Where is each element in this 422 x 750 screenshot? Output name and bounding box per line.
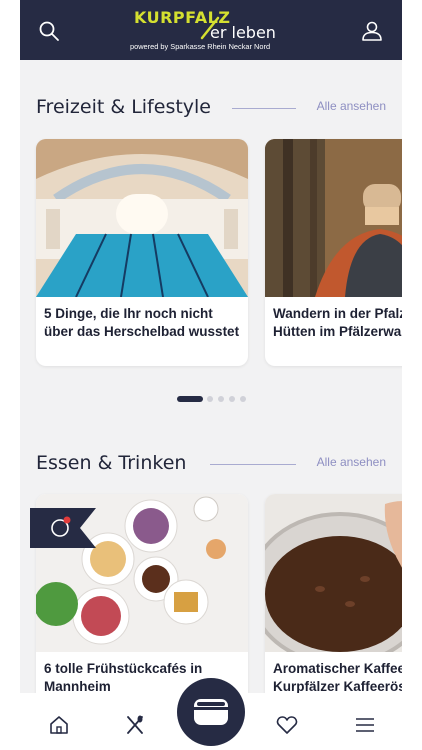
section-title: Freizeit & Lifestyle bbox=[36, 96, 211, 118]
wallet-icon bbox=[194, 699, 228, 725]
carousel-dot[interactable] bbox=[240, 396, 246, 402]
logo-bottom-text: er leben bbox=[210, 23, 276, 42]
section-divider bbox=[210, 464, 296, 465]
user-icon[interactable] bbox=[360, 19, 384, 43]
heart-icon[interactable] bbox=[275, 713, 299, 737]
top-bar: KURPFALZ er leben powered by Sparkasse R… bbox=[20, 0, 402, 60]
carousel-dot[interactable] bbox=[207, 396, 213, 402]
coffee-beans-photo bbox=[265, 494, 402, 652]
section-header-essen: Essen & Trinken Alle ansehen bbox=[36, 452, 386, 482]
carousel-dot[interactable] bbox=[218, 396, 224, 402]
section-title: Essen & Trinken bbox=[36, 452, 187, 474]
article-card[interactable]: 5 Dinge, die Ihr noch nicht über das Her… bbox=[36, 139, 248, 366]
carousel-dot[interactable] bbox=[229, 396, 235, 402]
cutlery-icon[interactable] bbox=[123, 713, 147, 737]
see-all-link[interactable]: Alle ansehen bbox=[317, 455, 386, 469]
search-icon[interactable] bbox=[38, 20, 60, 42]
see-all-link[interactable]: Alle ansehen bbox=[317, 99, 386, 113]
card-caption: Wandern in der Pfalz: schöne Hütten im P… bbox=[273, 306, 402, 339]
indoor-swimming-pool-photo bbox=[36, 139, 248, 297]
carousel-dot-active[interactable] bbox=[177, 396, 203, 402]
home-icon[interactable] bbox=[47, 713, 71, 737]
hiker-forest-photo bbox=[265, 139, 402, 297]
card-caption: 5 Dinge, die Ihr noch nicht über das Her… bbox=[44, 306, 240, 339]
article-card[interactable]: Aromatischer Kaffee: Kurpfälzer Kaffeerö… bbox=[265, 494, 402, 714]
card-caption: Aromatischer Kaffee: Kurpfälzer Kaffeerö… bbox=[273, 661, 402, 694]
menu-icon[interactable] bbox=[353, 713, 377, 737]
logo-subtitle: powered by Sparkasse Rhein Neckar Nord bbox=[130, 42, 271, 51]
app-logo[interactable]: KURPFALZ er leben powered by Sparkasse R… bbox=[130, 8, 290, 54]
section-header-freizeit: Freizeit & Lifestyle Alle ansehen bbox=[36, 96, 386, 126]
featured-badge-icon[interactable] bbox=[30, 508, 96, 548]
section-divider bbox=[232, 108, 296, 109]
app-screen: KURPFALZ er leben powered by Sparkasse R… bbox=[20, 0, 402, 750]
article-card[interactable]: Wandern in der Pfalz: schöne Hütten im P… bbox=[265, 139, 402, 366]
wallet-button[interactable] bbox=[177, 678, 245, 746]
